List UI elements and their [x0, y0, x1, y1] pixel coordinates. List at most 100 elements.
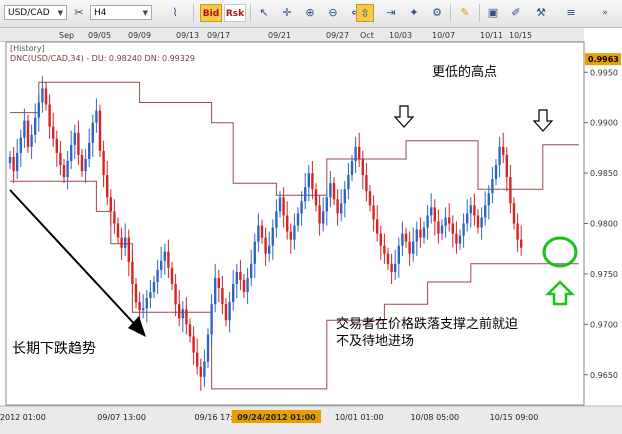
y-tick-label: 0.9900 — [590, 119, 618, 128]
candle-body — [188, 324, 192, 337]
candle-body — [314, 189, 318, 206]
candle-body — [62, 165, 66, 178]
top-axis-label: 09/17 — [207, 31, 230, 40]
top-axis-label: 10/15 — [509, 31, 532, 40]
candle-body — [84, 158, 87, 172]
annotation-trader-note-1: 交易者在价格跌落支撑之前就迫 — [336, 317, 519, 332]
candle-body — [430, 207, 433, 216]
candle-body — [415, 229, 418, 242]
candle-body — [520, 239, 523, 248]
history-label: [History] — [10, 44, 45, 53]
top-axis-label: 10/11 — [480, 31, 503, 40]
candle-body — [419, 229, 422, 238]
top-axis-label: 09/09 — [128, 31, 151, 40]
candle-body — [368, 191, 372, 206]
y-tick-label: 0.9650 — [590, 371, 618, 380]
candle-body — [329, 183, 332, 198]
candle-body — [278, 197, 282, 212]
x-tick-label: 10/01 01:00 — [335, 413, 384, 422]
candle-body — [379, 233, 382, 246]
candle-body — [325, 197, 328, 212]
candle-body — [167, 251, 170, 268]
candle-body — [343, 189, 346, 204]
candle-body — [491, 179, 494, 194]
candle-body — [235, 271, 238, 284]
candle-body — [397, 245, 400, 264]
candle-body — [206, 334, 210, 362]
candle-body — [59, 152, 62, 166]
candle-body — [156, 269, 159, 282]
candle-body — [466, 213, 469, 224]
candle-body — [138, 302, 141, 311]
candle-body — [106, 175, 109, 198]
candle-body — [250, 263, 253, 278]
candle-body — [289, 231, 292, 240]
candle-body — [253, 241, 256, 264]
candle-body — [55, 138, 58, 153]
candle-body — [394, 263, 397, 272]
candle-body — [178, 304, 181, 319]
candle-body — [383, 245, 386, 254]
candle-body — [224, 304, 228, 321]
candle-body — [304, 187, 307, 202]
candle-body — [271, 227, 274, 246]
candle-body — [260, 225, 264, 238]
candle-body — [494, 165, 498, 180]
candle-body — [350, 160, 354, 176]
candle-body — [386, 253, 390, 264]
candle-body — [444, 217, 447, 226]
candle-body — [426, 215, 429, 228]
candle-body — [296, 213, 300, 226]
top-axis-label: 09/13 — [176, 31, 199, 40]
candle-body — [181, 309, 184, 319]
candle-body — [282, 197, 285, 216]
candle-body — [469, 205, 472, 214]
candle-body — [448, 217, 451, 224]
annotation-trader-note-2: 不及待地进场 — [336, 334, 415, 349]
y-tick-label: 0.9700 — [590, 320, 618, 329]
candle-body — [365, 175, 368, 192]
top-axis-label: 10/03 — [389, 31, 412, 40]
candle-body — [192, 336, 195, 353]
candle-body — [307, 173, 310, 188]
candle-body — [458, 235, 462, 244]
candle-body — [246, 277, 249, 293]
candle-body — [275, 211, 278, 228]
candle-body — [318, 205, 321, 224]
candle-body — [239, 271, 242, 280]
candle-body — [512, 203, 516, 224]
price-chart[interactable]: 0.9950 0.9900 0.9850 0.9800 0.9750 0.9700 0.96… — [0, 0, 622, 434]
candle-body — [412, 241, 415, 254]
candle-body — [127, 237, 130, 262]
candle-body — [134, 284, 138, 303]
candle-body — [149, 292, 152, 299]
candle-body — [124, 237, 127, 248]
candle-body — [131, 261, 134, 284]
candle-body — [8, 156, 12, 163]
candle-body — [347, 175, 350, 190]
candle-body — [120, 237, 123, 248]
candle-body — [354, 146, 357, 161]
candle-body — [160, 260, 163, 270]
candle-body — [268, 245, 271, 254]
candle-body — [300, 201, 303, 214]
candle-body — [232, 284, 235, 303]
candle-body — [174, 284, 177, 305]
candle-body — [37, 102, 40, 118]
candle-body — [109, 197, 112, 212]
candle-body — [66, 160, 69, 178]
candle-body — [210, 304, 213, 335]
candle-body — [98, 110, 102, 151]
candle-body — [455, 233, 458, 244]
candle-body — [372, 205, 375, 220]
candle-body — [70, 144, 73, 161]
candle-body — [336, 199, 339, 214]
x-tick-label: 10/08 05:00 — [410, 413, 459, 422]
y-tick-label: 0.9950 — [590, 68, 618, 77]
y-tick-label: 0.9800 — [590, 220, 618, 229]
candle-body — [12, 156, 15, 172]
candle-body — [95, 110, 98, 123]
candle-body — [242, 279, 246, 293]
candle-body — [332, 183, 336, 200]
candle-body — [34, 117, 37, 135]
